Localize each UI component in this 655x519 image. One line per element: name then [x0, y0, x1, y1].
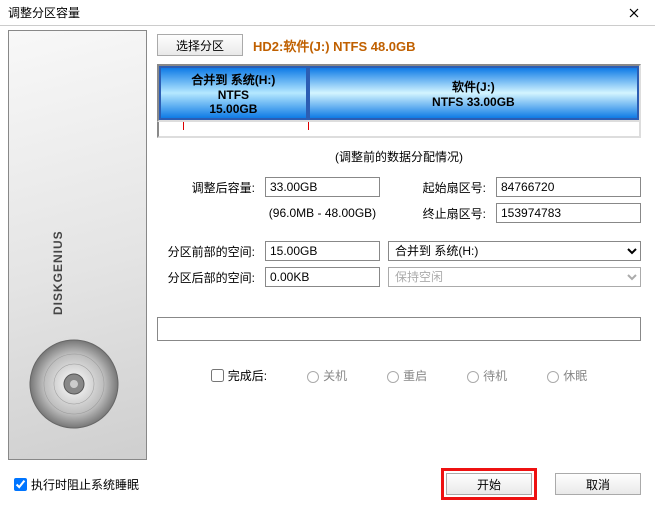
checkbox-after-complete[interactable]	[211, 369, 224, 382]
resize-form: 调整后容量: 起始扇区号: (96.0MB - 48.00GB) 终止扇区号: …	[157, 177, 641, 287]
select-keep-free: 保持空闲	[388, 267, 641, 287]
progress-bar	[157, 317, 641, 341]
partition-segment-merge[interactable]: 合并到 系统(H:) NTFS 15.00GB	[159, 66, 308, 120]
after-complete-row: 完成后: 关机 重启 待机 休眠	[157, 367, 641, 384]
brand-label: DISKGENIUS	[51, 230, 65, 315]
input-start-sector[interactable]	[496, 177, 641, 197]
label-prevent-sleep: 执行时阻止系统睡眠	[31, 476, 139, 493]
sidebar-image: DISKGENIUS	[8, 30, 147, 460]
close-button[interactable]	[619, 1, 649, 25]
label-space-after: 分区后部的空间:	[157, 269, 257, 286]
label-after-size: 调整后容量:	[157, 179, 257, 196]
select-partition-button[interactable]: 选择分区	[157, 34, 243, 56]
input-space-after[interactable]	[265, 267, 380, 287]
input-after-size[interactable]	[265, 177, 380, 197]
label-space-before: 分区前部的空间:	[157, 243, 257, 260]
close-icon	[629, 8, 639, 18]
radio-hibernate: 休眠	[547, 367, 587, 384]
partition-ruler	[157, 122, 641, 138]
radio-shutdown: 关机	[307, 367, 347, 384]
hard-disk-icon	[8, 314, 144, 455]
partition-segment-target[interactable]: 软件(J:) NTFS 33.00GB	[308, 66, 639, 120]
partition-diagram[interactable]: 合并到 系统(H:) NTFS 15.00GB 软件(J:) NTFS 33.0…	[157, 64, 641, 122]
select-merge-target[interactable]: 合并到 系统(H:)	[388, 241, 641, 261]
diagram-caption: (调整前的数据分配情况)	[157, 148, 641, 165]
input-space-before[interactable]	[265, 241, 380, 261]
window-title: 调整分区容量	[8, 4, 619, 21]
label-start-sector: 起始扇区号:	[388, 179, 488, 196]
label-end-sector: 终止扇区号:	[388, 205, 488, 222]
selected-disk-label: HD2:软件(J:) NTFS 48.0GB	[253, 36, 416, 55]
radio-standby: 待机	[467, 367, 507, 384]
cancel-button[interactable]: 取消	[555, 473, 641, 495]
radio-reboot: 重启	[387, 367, 427, 384]
start-button[interactable]: 开始	[446, 473, 532, 495]
footer: 执行时阻止系统睡眠 开始 取消	[0, 466, 655, 508]
input-end-sector[interactable]	[496, 203, 641, 223]
checkbox-prevent-sleep[interactable]	[14, 478, 27, 491]
start-button-highlight: 开始	[441, 468, 537, 500]
size-range-hint: (96.0MB - 48.00GB)	[265, 206, 380, 220]
title-bar: 调整分区容量	[0, 0, 655, 26]
